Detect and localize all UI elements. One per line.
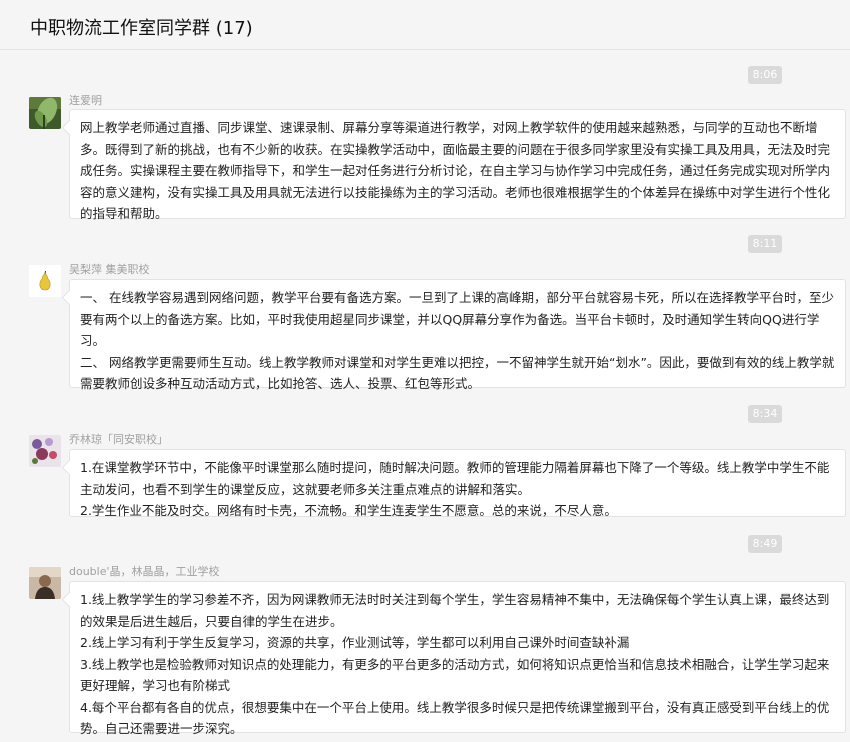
message-text: 2.线上学习有利于学生反复学习，资源的共享，作业测试等，学生都可以利用自己课外时…: [80, 635, 630, 650]
pear-icon[interactable]: [29, 265, 61, 297]
portrait-photo-icon[interactable]: [29, 567, 61, 599]
message-bubble[interactable]: 1.线上教学学生的学习参差不齐，因为网课教师无法时时关注到每个学生，学生容易精神…: [69, 581, 846, 736]
message-text: 网上教学老师通过直播、同步课堂、速课录制、屏幕分享等渠道进行教学，对网上教学软件…: [80, 120, 831, 221]
chat-header: 中职物流工作室同学群 (17): [0, 0, 850, 50]
message-text: 二、 网络教学更需要师生互动。线上教学教师对课堂和对学生更难以把控，一不留神学生…: [80, 354, 835, 392]
timestamp: 8:11: [748, 235, 782, 253]
timestamp: 8:34: [748, 405, 782, 423]
message-text: 3.线上教学也是检验教师对知识点的处理能力，有更多的平台更多的活动方式，如何将知…: [80, 656, 830, 694]
message-bubble[interactable]: 一、 在线教学容易遇到网络问题，教学平台要有备选方案。一旦到了上课的高峰期，部分…: [69, 279, 846, 391]
message-bubble[interactable]: 1.在课堂教学环节中，不能像平时课堂那么随时提问，随时解决问题。教师的管理能力隔…: [69, 449, 846, 518]
sender-name: 吴梨萍 集美职校: [69, 263, 150, 276]
plant-photo-icon[interactable]: [29, 97, 61, 129]
message-text: 4.每个平台都有各自的优点，很想要集中在一个平台上使用。线上教学很多时候只是把传…: [80, 699, 830, 737]
sender-name: 连爱明: [69, 94, 102, 107]
message-text: 1.在课堂教学环节中，不能像平时课堂那么随时提问，随时解决问题。教师的管理能力隔…: [80, 460, 830, 497]
group-title: 中职物流工作室同学群 (17): [30, 18, 253, 39]
message-text: 2.学生作业不能及时交。网络有时卡壳，不流畅。和学生连麦学生不愿意。总的来说，不…: [80, 503, 617, 518]
chat-history[interactable]: 8:06 连爱明 网上教学老师通过直播、同步课堂、速课录制、屏幕分享等渠道进行教…: [0, 51, 850, 742]
message-text: 1.线上教学学生的学习参差不齐，因为网课教师无法时时关注到每个学生，学生容易精神…: [80, 592, 830, 629]
timestamp: 8:49: [748, 535, 782, 553]
sender-name: double'晶，林晶晶，工业学校: [69, 565, 220, 578]
message-text: 一、 在线教学容易遇到网络问题，教学平台要有备选方案。一旦到了上课的高峰期，部分…: [80, 290, 834, 348]
sender-name: 乔林琼「同安职校」: [69, 433, 168, 446]
timestamp: 8:06: [748, 66, 782, 84]
flowers-photo-icon[interactable]: [29, 435, 61, 467]
message-bubble[interactable]: 网上教学老师通过直播、同步课堂、速课录制、屏幕分享等渠道进行教学，对网上教学软件…: [69, 109, 846, 221]
